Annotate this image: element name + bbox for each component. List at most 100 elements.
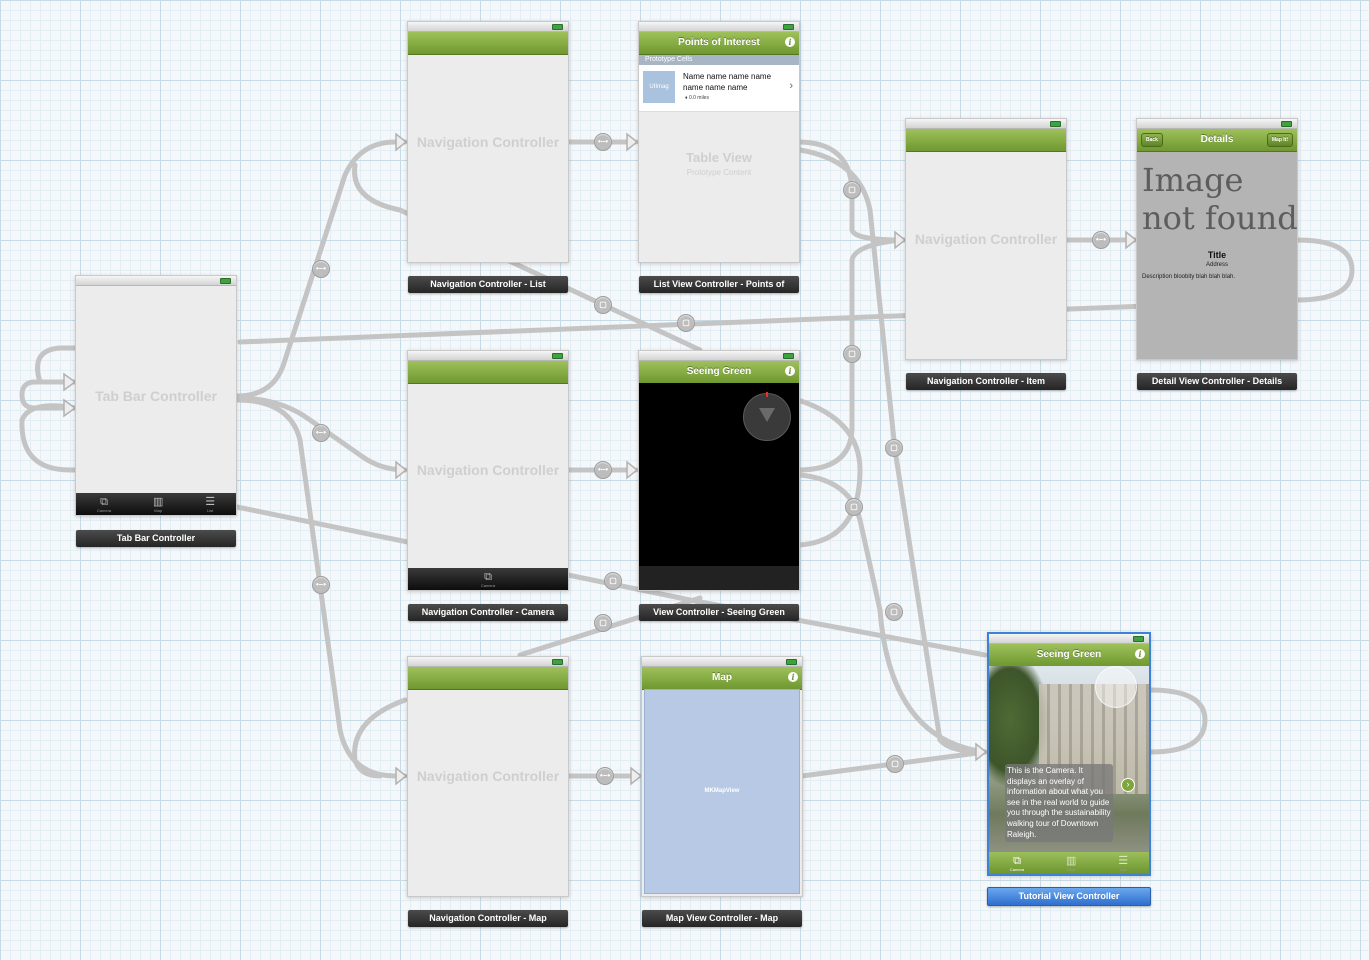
navigation-controller-camera-scene[interactable]: Navigation Controller ⧉ Camera — [407, 350, 569, 591]
scene-label-navigation-controller-camera[interactable]: Navigation Controller - Camera — [408, 604, 568, 621]
prototype-cell[interactable]: UIImag Name name name name name name nam… — [639, 65, 799, 112]
navigation-bar — [408, 361, 568, 384]
detail-view-controller-scene[interactable]: Back Details Map It! Image not found Tit… — [1136, 118, 1298, 360]
camera-icon: ⧉ — [484, 570, 492, 583]
camera-icon: ⧉ — [100, 495, 108, 508]
tab-list[interactable]: ☰ List — [1118, 855, 1128, 872]
segue-badge[interactable]: ▢ — [604, 572, 622, 590]
segue-badge[interactable]: •–• — [594, 461, 612, 479]
navigation-bar: Map i — [642, 667, 802, 690]
back-button[interactable]: Back — [1141, 133, 1163, 147]
tab-bar: ⧉ Camera ▥ Map ☰ List — [989, 852, 1149, 874]
segue-badge[interactable]: •–• — [312, 424, 330, 442]
segue-badge[interactable]: ▢ — [677, 314, 695, 332]
navigation-bar: Points of Interest i — [639, 32, 799, 55]
info-icon[interactable]: i — [785, 366, 795, 376]
scene-label-navigation-controller-map[interactable]: Navigation Controller - Map — [408, 910, 568, 927]
segue-badge[interactable]: ▢ — [843, 181, 861, 199]
status-bar — [408, 351, 568, 361]
segue-badge[interactable]: •–• — [312, 576, 330, 594]
scene-label-tutorial-view-controller[interactable]: Tutorial View Controller — [987, 887, 1151, 906]
segue-badge[interactable]: ▢ — [843, 345, 861, 363]
map-view-controller-scene[interactable]: Map i MKMapView — [641, 656, 803, 897]
scene-label-list-view-controller[interactable]: List View Controller - Points of — [639, 276, 799, 293]
camera-photo: This is the Camera. It displays an overl… — [989, 666, 1149, 852]
detail-description: Description bloobity blah blah blah. — [1142, 274, 1236, 280]
scene-placeholder-title: Navigation Controller — [416, 768, 560, 784]
map-view: MKMapView — [644, 689, 800, 894]
info-icon[interactable]: i — [785, 37, 795, 47]
scene-placeholder-title: Navigation Controller — [914, 231, 1058, 247]
segue-badge[interactable]: ▢ — [885, 439, 903, 457]
battery-icon — [552, 353, 563, 359]
prototype-cells-header: Prototype Cells — [639, 55, 799, 65]
bottom-bar — [639, 566, 799, 590]
navigation-bar — [408, 32, 568, 55]
camera-icon: ⧉ — [1013, 854, 1021, 867]
map-it-button[interactable]: Map It! — [1266, 133, 1293, 147]
battery-icon — [1050, 121, 1061, 127]
navigation-bar — [408, 667, 568, 690]
map-view-label: MKMapView — [704, 788, 740, 794]
scene-label-map-view-controller[interactable]: Map View Controller - Map — [642, 910, 802, 927]
scene-label-detail-view-controller[interactable]: Detail View Controller - Details — [1137, 373, 1297, 390]
status-bar — [408, 22, 568, 32]
segue-badge[interactable]: ▢ — [845, 498, 863, 516]
tutorial-view-controller-scene[interactable]: Seeing Green i This is the Camera. It dis… — [987, 632, 1151, 876]
tab-map[interactable]: ▥ Map — [153, 496, 163, 513]
info-icon[interactable]: i — [788, 672, 798, 682]
seeing-green-view-controller-scene[interactable]: Seeing Green i — [638, 350, 800, 591]
battery-icon — [1281, 121, 1292, 127]
status-bar — [1137, 119, 1297, 129]
camera-view — [639, 383, 799, 566]
image-placeholder: Image not found — [1142, 161, 1298, 237]
tab-map[interactable]: ▥ Map — [1066, 855, 1076, 872]
navigation-controller-map-scene[interactable]: Navigation Controller — [407, 656, 569, 897]
segue-badge[interactable]: •–• — [1092, 231, 1110, 249]
tab-bar: ⧉ Camera — [408, 568, 568, 590]
segue-badge[interactable]: •–• — [312, 260, 330, 278]
scene-label-seeing-green[interactable]: View Controller - Seeing Green — [639, 604, 799, 621]
segue-badge[interactable]: ▢ — [594, 614, 612, 632]
tab-bar-controller-scene[interactable]: Tab Bar Controller ⧉ Camera ▥ Map ☰ List — [75, 275, 237, 516]
scene-label-navigation-controller-list[interactable]: Navigation Controller - List — [408, 276, 568, 293]
nav-title: Seeing Green — [1036, 649, 1102, 660]
tab-label: Camera — [1009, 866, 1025, 872]
scene-placeholder-title: Navigation Controller — [416, 462, 560, 478]
navigation-controller-item-scene[interactable]: Navigation Controller — [905, 118, 1067, 360]
battery-icon — [783, 24, 794, 30]
segue-badge[interactable]: ▢ — [885, 603, 903, 621]
tutorial-overlay-text: This is the Camera. It displays an overl… — [1007, 766, 1111, 839]
list-view-controller-scene[interactable]: Points of Interest i Prototype Cells UIIm… — [638, 21, 800, 263]
tab-camera[interactable]: ⧉ Camera — [481, 571, 495, 588]
segue-badge[interactable]: •–• — [594, 133, 612, 151]
nav-title: Details — [1200, 134, 1234, 145]
status-bar — [642, 657, 802, 667]
battery-icon — [783, 353, 794, 359]
compass-icon — [743, 392, 791, 441]
info-icon[interactable]: i — [1135, 649, 1145, 659]
scene-label-navigation-controller-item[interactable]: Navigation Controller - Item — [906, 373, 1066, 390]
tab-camera[interactable]: ⧉ Camera — [97, 496, 111, 513]
navigation-bar: Seeing Green i — [989, 644, 1149, 667]
segue-badge[interactable]: ▢ — [594, 296, 612, 314]
battery-icon — [552, 24, 563, 30]
battery-icon — [220, 278, 231, 284]
tab-list[interactable]: ☰ List — [205, 496, 215, 513]
nav-title: Map — [712, 672, 732, 683]
scene-label-tab-bar-controller[interactable]: Tab Bar Controller — [76, 530, 236, 547]
chevron-right-icon: › — [789, 80, 793, 92]
segue-badge[interactable]: •–• — [596, 767, 614, 785]
table-view-subtitle: Prototype Content — [686, 168, 752, 177]
segue-badge[interactable]: ▢ — [886, 755, 904, 773]
list-icon: ☰ — [1118, 854, 1129, 867]
tutorial-overlay: This is the Camera. It displays an overl… — [1005, 764, 1113, 843]
status-bar — [408, 657, 568, 667]
tab-camera[interactable]: ⧉ Camera — [1010, 855, 1024, 872]
tab-label: Map — [1067, 866, 1076, 872]
navigation-controller-list-scene[interactable]: Navigation Controller — [407, 21, 569, 263]
navigation-bar — [906, 129, 1066, 152]
map-icon: ▥ — [152, 495, 164, 508]
next-arrow-icon[interactable]: › — [1121, 778, 1135, 792]
tab-label: Camera — [480, 582, 496, 588]
